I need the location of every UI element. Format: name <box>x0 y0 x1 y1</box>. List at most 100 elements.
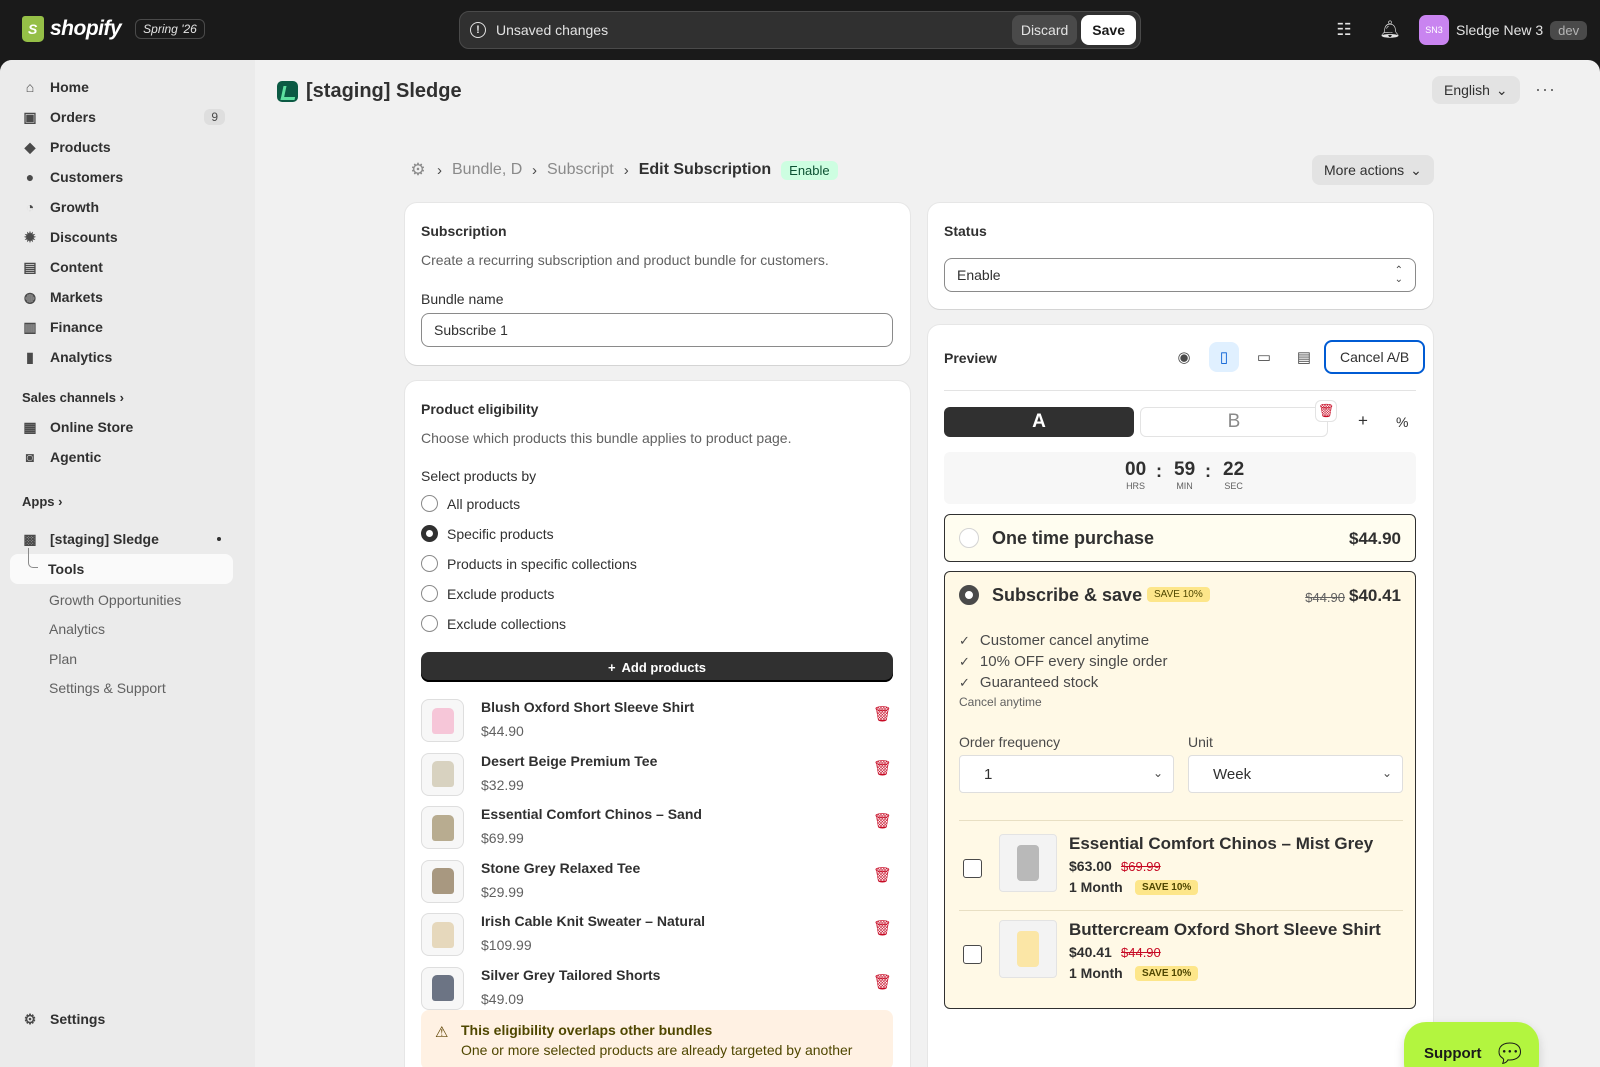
language-selector[interactable]: English ⌄ <box>1432 76 1520 104</box>
sidebar-item-analytics[interactable]: ▮ Analytics <box>10 342 233 372</box>
order-frequency-label: Order frequency <box>959 734 1061 750</box>
sidebar-sub-tools[interactable]: Tools <box>10 548 233 584</box>
variant-a-tab[interactable]: A <box>944 407 1134 437</box>
percent-icon[interactable]: % <box>1396 414 1408 430</box>
radio-specific-collections[interactable]: Products in specific collections <box>421 555 637 572</box>
bell-icon[interactable]: 🔔︎ <box>1379 19 1401 41</box>
addon-checkbox[interactable] <box>963 945 982 964</box>
status-select[interactable]: Enable ⌃ ⌄ <box>944 258 1416 292</box>
store-icon: ▦ <box>23 418 37 435</box>
radio-all-products[interactable]: All products <box>421 495 520 512</box>
timer-label: HRS <box>1126 481 1146 491</box>
trash-icon[interactable]: 🗑︎ <box>873 812 892 830</box>
bundle-name-input[interactable]: Subscribe 1 <box>421 313 893 347</box>
addon-item: Essential Comfort Chinos – Mist Grey $63.… <box>959 826 1403 904</box>
bar-chart-icon: ▮ <box>26 348 34 365</box>
chevron-right-icon: › <box>623 161 629 179</box>
discard-button[interactable]: Discard <box>1011 15 1078 45</box>
sidebar-item-markets[interactable]: ◍ Markets <box>10 282 233 312</box>
sidebar-item-online-store[interactable]: ▦ Online Store <box>10 412 233 442</box>
trash-icon[interactable]: 🗑︎ <box>873 973 892 991</box>
variant-b-tab[interactable]: B <box>1140 407 1328 437</box>
orders-count-badge: 9 <box>204 109 225 125</box>
shopify-logo[interactable]: shopify Spring '26 <box>22 16 205 42</box>
trash-icon[interactable]: 🗑︎ <box>873 705 892 723</box>
sidebar-item-orders[interactable]: ▣ Orders 9 <box>10 102 233 132</box>
desktop-icon[interactable]: ▭ <box>1249 342 1279 372</box>
timer-value: 00 <box>1125 459 1147 480</box>
sidebar-sub-analytics[interactable]: Analytics <box>49 621 105 637</box>
breadcrumb-subscription[interactable]: Subscript <box>547 161 614 179</box>
chevron-right-icon: › <box>437 161 442 179</box>
product-name: Stone Grey Relaxed Tee <box>481 859 641 876</box>
sidebar-item-home[interactable]: ⌂ Home <box>10 72 233 102</box>
trash-icon[interactable]: 🗑︎ <box>873 759 892 777</box>
timer-label: SEC <box>1224 481 1243 491</box>
unsaved-changes-bar: ! Unsaved changes Discard Save <box>459 11 1141 49</box>
eye-icon[interactable]: ◉ <box>1169 342 1199 372</box>
radio-exclude-products[interactable]: Exclude products <box>421 585 554 602</box>
product-thumbnail <box>421 859 464 903</box>
settings-icon[interactable]: ⚙ <box>409 160 427 179</box>
breadcrumb-bundle[interactable]: Bundle, D <box>452 161 522 179</box>
cancel-ab-button[interactable]: Cancel A/B <box>1324 340 1426 374</box>
trash-icon[interactable]: 🗑︎ <box>873 919 892 937</box>
addon-thumbnail <box>999 834 1057 892</box>
subscribe-save-option[interactable]: Subscribe & save SAVE 10% $44.90 $40.41 … <box>944 571 1416 1009</box>
radio-exclude-collections[interactable]: Exclude collections <box>421 615 566 632</box>
sidebar-item-growth[interactable]: ◔ Growth <box>10 192 233 222</box>
sidebar-item-content[interactable]: ▤ Content <box>10 252 233 282</box>
sidebar-item-products[interactable]: ◆ Products <box>10 132 233 162</box>
radio-specific-products[interactable]: Specific products <box>421 525 554 542</box>
sidebar-item-customers[interactable]: ● Customers <box>10 162 233 192</box>
one-time-purchase-option[interactable]: One time purchase $44.90 <box>944 514 1416 562</box>
addon-old-price: $44.90 <box>1121 945 1161 960</box>
store-menu[interactable]: SN3 Sledge New 3 dev <box>1419 15 1588 45</box>
delete-variant-icon[interactable]: 🗑︎ <box>1316 401 1336 421</box>
more-actions-button[interactable]: More actions ⌄ <box>1312 155 1434 185</box>
sidebar-item-settings[interactable]: ⚙ Settings <box>10 1004 233 1034</box>
more-options-icon[interactable]: ··· <box>1535 79 1556 100</box>
section-label: Apps <box>22 494 55 509</box>
sidebar-sub-settings-support[interactable]: Settings & Support <box>49 680 166 696</box>
product-row: Blush Oxford Short Sleeve Shirt $44.90 🗑︎ <box>421 699 893 747</box>
product-swatch <box>431 761 454 787</box>
divider <box>944 390 1416 391</box>
trash-icon[interactable]: 🗑︎ <box>873 866 892 884</box>
addon-swatch <box>1017 931 1039 967</box>
support-label: Support <box>1424 1045 1482 1062</box>
product-row: Irish Cable Knit Sweater – Natural $109.9… <box>421 913 893 961</box>
support-button[interactable]: Support 💬︎ <box>1404 1022 1539 1067</box>
order-frequency-select[interactable]: 1 ⌄ <box>959 755 1174 793</box>
more-actions-label: More actions <box>1324 162 1405 178</box>
addon-checkbox[interactable] <box>963 859 982 878</box>
plus-icon[interactable]: + <box>1358 411 1368 431</box>
add-products-button[interactable]: + Add products <box>421 652 893 682</box>
tag-icon: ◆ <box>24 138 36 155</box>
sidebar-item-label: Products <box>50 139 111 155</box>
inbox-icon[interactable]: ☷ <box>1333 19 1355 41</box>
mobile-icon[interactable]: ▯ <box>1209 342 1239 372</box>
radio-button-checked <box>959 585 979 605</box>
select-value: 1 <box>984 765 993 783</box>
sidebar-sub-growth-opportunities[interactable]: Growth Opportunities <box>49 592 181 608</box>
person-icon: ● <box>25 169 35 185</box>
product-name: Essential Comfort Chinos – Sand <box>481 806 702 822</box>
unit-select[interactable]: Week ⌄ <box>1188 755 1403 793</box>
card-title: Status <box>944 223 987 239</box>
subscription-card: Subscription Create a recurring subscrip… <box>405 203 910 365</box>
sidebar-item-finance[interactable]: ▥ Finance <box>10 312 233 342</box>
sidebar-item-discounts[interactable]: ✹ Discounts <box>10 222 233 252</box>
apps-heading[interactable]: Apps › <box>22 494 62 509</box>
sales-channels-heading[interactable]: Sales channels › <box>22 390 124 405</box>
sidebar-item-staging-sledge[interactable]: ▩ [staging] Sledge <box>10 524 233 554</box>
sidebar: ⌂ Home ▣ Orders 9 ◆ Products ● Customers ◔ Gro… <box>0 60 255 1067</box>
save-chip: SAVE 10% <box>1147 587 1210 602</box>
sidebar-sub-plan[interactable]: Plan <box>49 651 77 667</box>
content-icon: ▤ <box>23 258 37 275</box>
addon-name: Buttercream Oxford Short Sleeve Shirt <box>1069 920 1381 939</box>
layout-icon[interactable]: ▤ <box>1289 342 1319 372</box>
save-button[interactable]: Save <box>1081 15 1136 45</box>
admin-shell: ⌂ Home ▣ Orders 9 ◆ Products ● Customers ◔ Gro… <box>0 60 1600 1067</box>
sidebar-item-agentic[interactable]: ◙ Agentic <box>10 442 233 472</box>
